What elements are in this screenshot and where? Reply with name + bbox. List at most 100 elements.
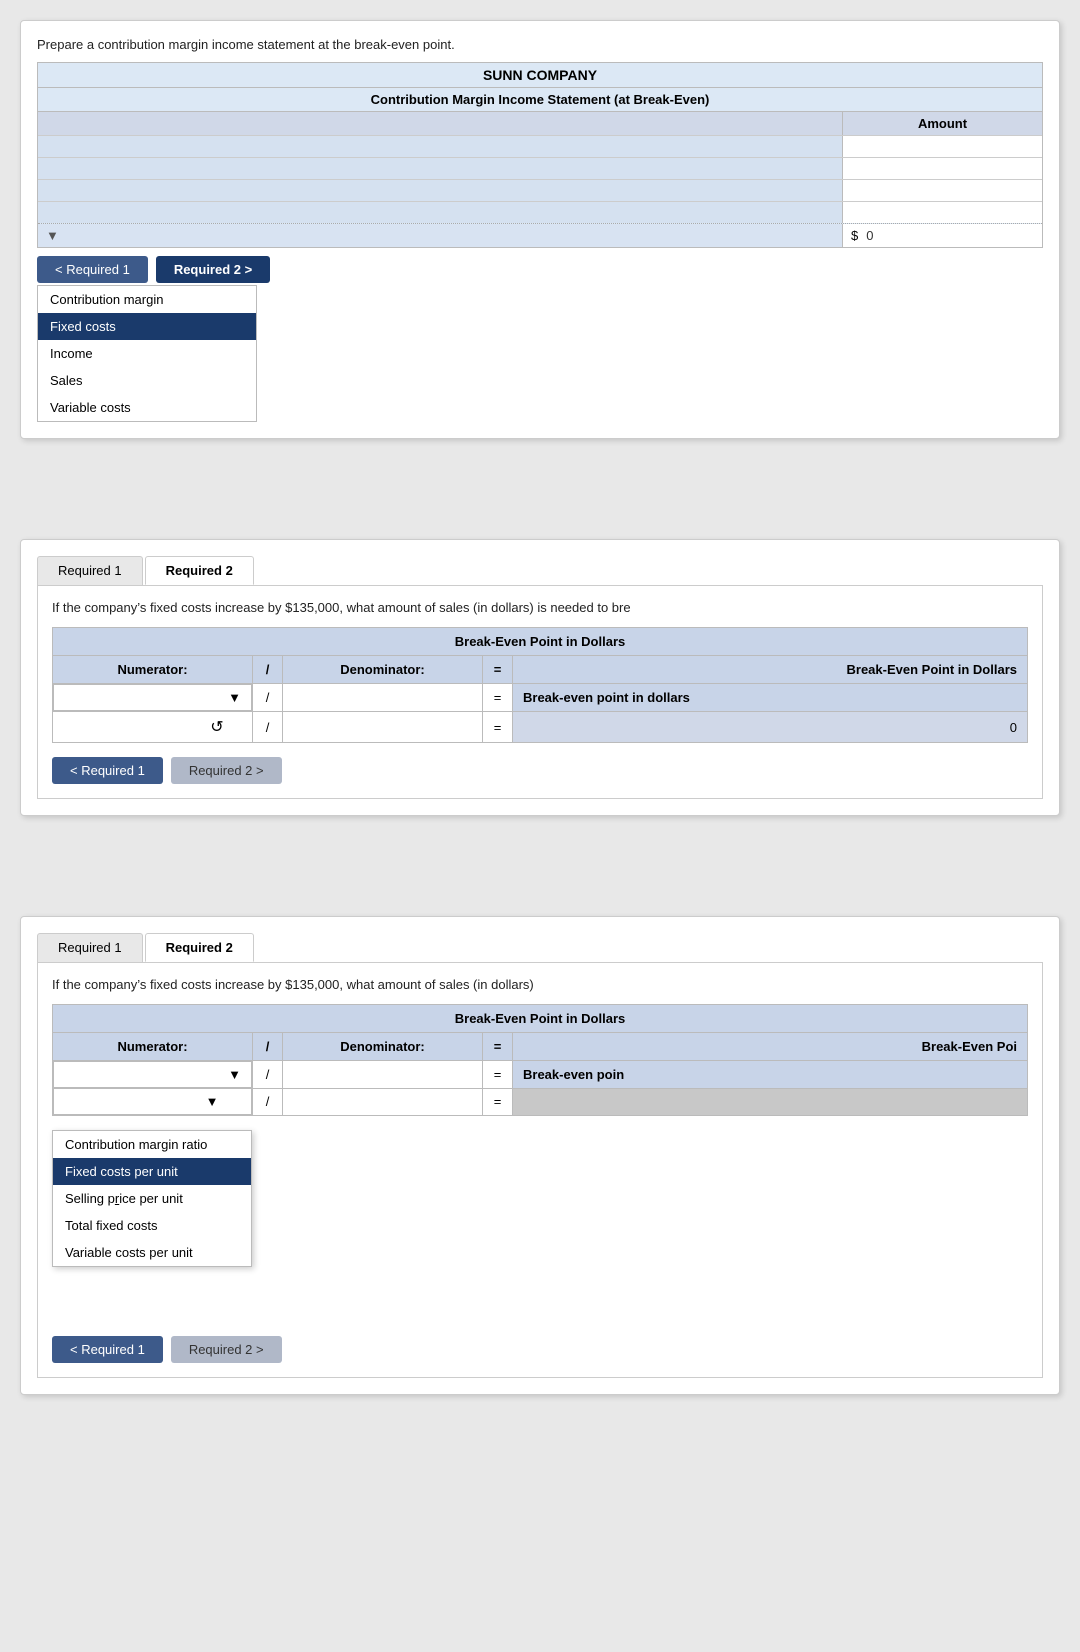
req2-button-3[interactable]: Required 2 > <box>171 1336 282 1363</box>
slash-cell2-2: / <box>253 712 283 743</box>
dropdown-item-selling-price[interactable]: Selling price per unit <box>53 1185 251 1212</box>
panel-2: Required 1 Required 2 If the company’s f… <box>20 539 1060 816</box>
denominator-input-3[interactable] <box>293 1067 472 1082</box>
numerator-input-cell-2[interactable]: ▼ <box>53 684 252 711</box>
dropdown-item-total-fixed[interactable]: Total fixed costs <box>53 1212 251 1239</box>
denominator-value-cell-3[interactable] <box>283 1088 483 1116</box>
row-input-3[interactable] <box>842 180 1042 201</box>
numerator-dropdown-arrow2-3[interactable]: ▼ <box>206 1094 219 1109</box>
dollar-sign: $ <box>851 228 858 243</box>
result-label-3: Break-even poin <box>513 1061 1028 1089</box>
row-input-field-1[interactable] <box>851 139 1034 154</box>
numerator-input-2[interactable] <box>64 690 228 705</box>
result-label-2: Break-even point in dollars <box>513 684 1028 712</box>
row-input-field-2[interactable] <box>851 161 1034 176</box>
equals-cell-2: = <box>483 684 513 712</box>
denominator-value-input-2[interactable] <box>293 720 472 735</box>
result-header-2: Break-Even Point in Dollars <box>513 656 1028 684</box>
row-label-1 <box>38 136 842 157</box>
denominator-value-cell-2[interactable] <box>283 712 483 743</box>
slash-cell-2: / <box>253 684 283 712</box>
tab-required1-3[interactable]: Required 1 <box>37 933 143 962</box>
dropdown-menu-1: Contribution margin Fixed costs Income S… <box>37 285 257 422</box>
label-col-header <box>38 112 842 135</box>
numerator-value-cell-2[interactable]: ↺ <box>53 712 253 743</box>
slash-header-3: / <box>253 1033 283 1061</box>
gap-1 <box>20 479 1060 539</box>
panel-3: Required 1 Required 2 If the company’s f… <box>20 916 1060 1395</box>
dropdown-item-fixed-costs-unit[interactable]: Fixed costs per unit <box>53 1158 251 1185</box>
tab-bar-2: Required 1 Required 2 <box>37 556 1043 585</box>
table-header: Amount <box>38 112 1042 135</box>
req1-button-3[interactable]: < Required 1 <box>52 1336 163 1363</box>
dropdown-arrow-icon[interactable]: ▼ <box>46 228 59 243</box>
dropdown-item-fixed-costs[interactable]: Fixed costs <box>38 313 256 340</box>
req1-button[interactable]: < Required 1 <box>37 256 148 283</box>
row-label-2 <box>38 158 842 179</box>
numerator-dropdown-arrow-2[interactable]: ▼ <box>228 690 241 705</box>
dropdown-item-sales[interactable]: Sales <box>38 367 256 394</box>
numerator-input-cell-3[interactable]: ▼ <box>53 1061 252 1088</box>
amount-col-header: Amount <box>842 112 1042 135</box>
denominator-input-cell-2[interactable] <box>283 684 483 712</box>
row-input-field-3[interactable] <box>851 183 1034 198</box>
dropdown-item-variable-costs[interactable]: Variable costs <box>38 394 256 421</box>
equals-cell-3: = <box>483 1061 513 1089</box>
denominator-input-2[interactable] <box>293 690 472 705</box>
statement-subtitle: Contribution Margin Income Statement (at… <box>38 88 1042 112</box>
numerator-value-input-2[interactable] <box>63 720 206 735</box>
panel1-instruction: Prepare a contribution margin income sta… <box>37 37 1043 52</box>
denominator-value-input-3[interactable] <box>293 1094 472 1109</box>
equals-cell2-2: = <box>483 712 513 743</box>
panel1-inner-table: SUNN COMPANY Contribution Margin Income … <box>37 62 1043 248</box>
req2-button[interactable]: Required 2 > <box>156 256 270 283</box>
numerator-header-2: Numerator: <box>53 656 253 684</box>
numerator-dropdown-arrow-3[interactable]: ▼ <box>228 1067 241 1082</box>
be-row-2-2: ↺ / = 0 <box>53 712 1028 743</box>
dropdown-left[interactable]: ▼ <box>38 224 842 247</box>
row-label-3 <box>38 180 842 201</box>
denominator-input-cell-3[interactable] <box>283 1061 483 1089</box>
be-row-1-3: ▼ / = Break-even poin <box>53 1061 1028 1089</box>
dollar-value: 0 <box>866 228 873 243</box>
nav-buttons-2: < Required 1 Required 2 > <box>52 757 1028 784</box>
dropdown-item-contribution-margin[interactable]: Contribution margin <box>38 286 256 313</box>
dropdown-item-variable-costs-unit[interactable]: Variable costs per unit <box>53 1239 251 1266</box>
slash-cell-3: / <box>253 1061 283 1089</box>
table-row <box>38 179 1042 201</box>
result-header-3: Break-Even Poi <box>513 1033 1028 1061</box>
row-input-field-4[interactable] <box>851 205 1034 220</box>
slash-cell2-3: / <box>253 1088 283 1116</box>
dropdown-right: $ 0 <box>842 224 1042 247</box>
be-table-title-3: Break-Even Point in Dollars <box>53 1005 1028 1033</box>
numerator-input-3[interactable] <box>64 1067 228 1082</box>
equals-header-2: = <box>483 656 513 684</box>
req1-button-2[interactable]: < Required 1 <box>52 757 163 784</box>
be-table-2: Break-Even Point in Dollars Numerator: /… <box>52 627 1028 743</box>
table-row <box>38 157 1042 179</box>
req2-button-2[interactable]: Required 2 > <box>171 757 282 784</box>
numerator-value-input-3[interactable] <box>64 1094 206 1109</box>
equals-cell2-3: = <box>483 1088 513 1116</box>
result-value-3 <box>513 1088 1028 1116</box>
numerator-value-dropdown-3[interactable]: ▼ <box>53 1088 252 1115</box>
be-row-1-2: ▼ / = Break-even point in dollars <box>53 684 1028 712</box>
row-input-1[interactable] <box>842 136 1042 157</box>
be-table-3: Break-Even Point in Dollars Numerator: /… <box>52 1004 1028 1116</box>
row-input-4[interactable] <box>842 202 1042 223</box>
be-table-title-2: Break-Even Point in Dollars <box>53 628 1028 656</box>
row-input-2[interactable] <box>842 158 1042 179</box>
denominator-header-2: Denominator: <box>283 656 483 684</box>
dropdown-item-cm-ratio[interactable]: Contribution margin ratio <box>53 1131 251 1158</box>
dropdown-item-income[interactable]: Income <box>38 340 256 367</box>
tab-required2-3[interactable]: Required 2 <box>145 933 254 962</box>
tab-required1-2[interactable]: Required 1 <box>37 556 143 585</box>
company-title: SUNN COMPANY <box>38 63 1042 88</box>
cursor-icon-2: ↺ <box>210 717 223 737</box>
panel-1: Prepare a contribution margin income sta… <box>20 20 1060 439</box>
gap-2 <box>20 856 1060 916</box>
result-value-2: 0 <box>513 712 1028 743</box>
denominator-header-3: Denominator: <box>283 1033 483 1061</box>
equals-header-3: = <box>483 1033 513 1061</box>
tab-required2-2[interactable]: Required 2 <box>145 556 254 585</box>
